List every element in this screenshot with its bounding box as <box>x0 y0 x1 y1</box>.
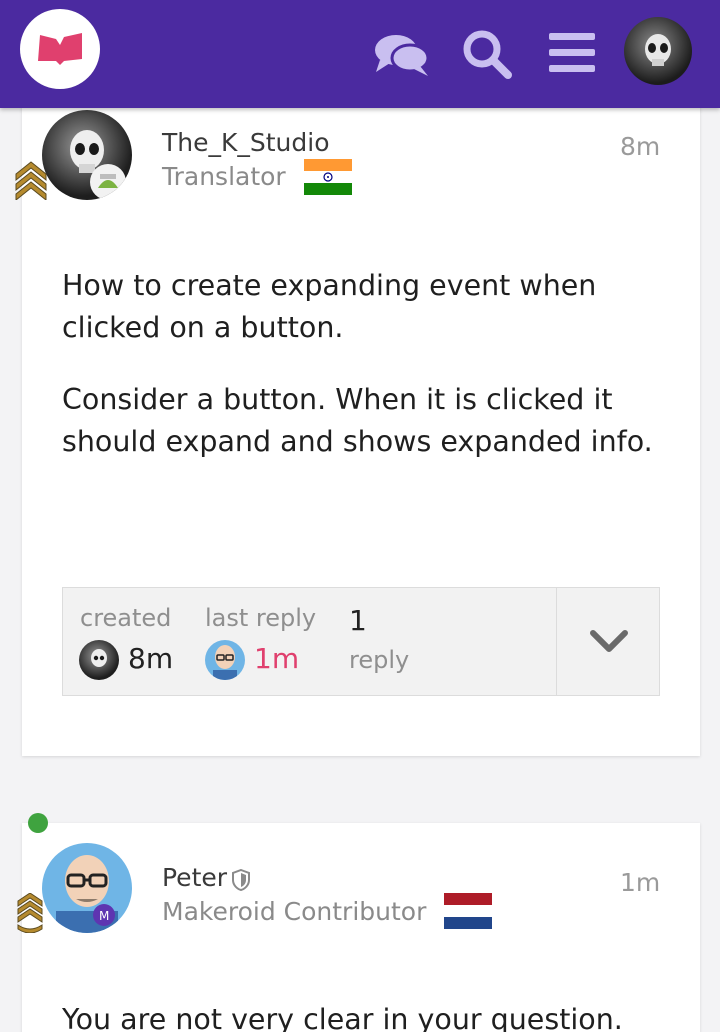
svg-text:M: M <box>99 909 109 923</box>
post-paragraph: Consider a button. When it is clicked it… <box>62 383 653 458</box>
netherlands-flag-icon <box>444 893 492 929</box>
post-user-title: Translator <box>162 162 286 191</box>
chat-icon[interactable] <box>374 32 430 78</box>
chevron-down-icon <box>590 630 628 652</box>
author-avatar[interactable] <box>42 110 132 200</box>
user-avatar[interactable] <box>624 17 692 85</box>
forum-logo-icon[interactable] <box>20 9 100 89</box>
bald-man-avatar-icon: M <box>56 855 118 933</box>
post-user-title: Makeroid Contributor <box>162 897 427 926</box>
bald-man-avatar-icon <box>213 645 237 680</box>
replies-label: reply <box>349 646 410 674</box>
skull-icon <box>70 130 126 200</box>
topic-map-expand-button[interactable] <box>556 588 659 695</box>
post-card: M Peter Makeroid Contributor 1m You are … <box>17 823 700 1032</box>
created-by-avatar[interactable] <box>79 640 119 680</box>
post-username[interactable]: The_K_Studio <box>162 128 330 157</box>
post-date[interactable]: 8m <box>620 132 660 161</box>
created-time: 8m <box>128 642 174 675</box>
online-status-indicator <box>28 813 48 833</box>
moderator-shield-icon <box>232 869 250 891</box>
last-reply-avatar[interactable] <box>205 640 245 680</box>
replies-count: 1 <box>349 604 367 637</box>
india-flag-icon <box>304 159 352 195</box>
post-paragraph: You are not very clear in your question. <box>62 1003 623 1032</box>
topic-map: created 8m last reply 1m 1 reply <box>62 587 660 696</box>
rank-insignia-icon <box>17 893 43 933</box>
last-reply-time: 1m <box>254 642 300 675</box>
skull-icon <box>91 649 107 667</box>
author-avatar[interactable]: M <box>42 843 132 933</box>
hamburger-menu-icon[interactable] <box>549 33 595 73</box>
post-date[interactable]: 1m <box>620 868 660 897</box>
post-card: The_K_Studio Translator 8m How to create… <box>15 96 700 756</box>
created-label: created <box>80 604 172 632</box>
last-reply-label: last reply <box>205 604 317 632</box>
post-username[interactable]: Peter <box>162 863 227 892</box>
search-icon[interactable] <box>461 28 513 80</box>
skull-icon <box>645 34 671 66</box>
top-header <box>0 0 720 108</box>
post-paragraph: How to create expanding event when click… <box>62 269 597 344</box>
rank-chevron-icon <box>15 161 47 200</box>
